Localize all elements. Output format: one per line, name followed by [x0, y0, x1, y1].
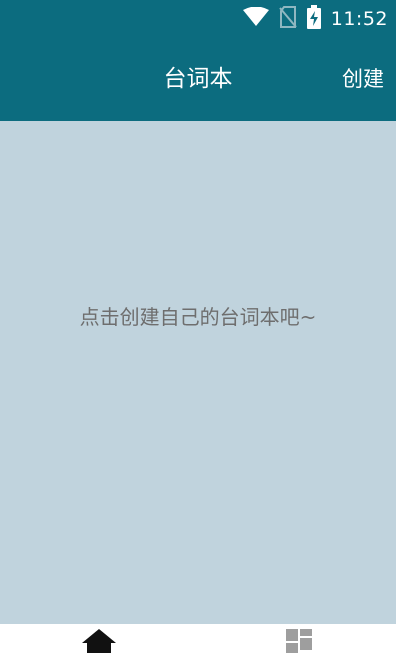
bottom-nav — [0, 624, 396, 653]
nav-item-home[interactable] — [82, 629, 116, 653]
grid-icon — [284, 629, 314, 653]
status-icons: 11:52 — [242, 5, 388, 33]
empty-state-message: 点击创建自己的台词本吧~ — [79, 305, 317, 329]
no-sim-icon — [278, 6, 297, 32]
status-bar: 11:52 — [0, 0, 396, 38]
battery-charging-icon — [306, 5, 321, 33]
screen: 11:52 台词本 创建 点击创建自己的台词本吧~ — [0, 0, 396, 653]
nav-item-grid[interactable] — [282, 629, 316, 653]
home-icon — [82, 629, 116, 653]
status-time: 11:52 — [330, 8, 388, 30]
page-title: 台词本 — [163, 66, 233, 92]
app-bar: 台词本 创建 — [0, 38, 396, 121]
create-button[interactable]: 创建 — [342, 64, 384, 94]
wifi-icon — [242, 6, 269, 31]
